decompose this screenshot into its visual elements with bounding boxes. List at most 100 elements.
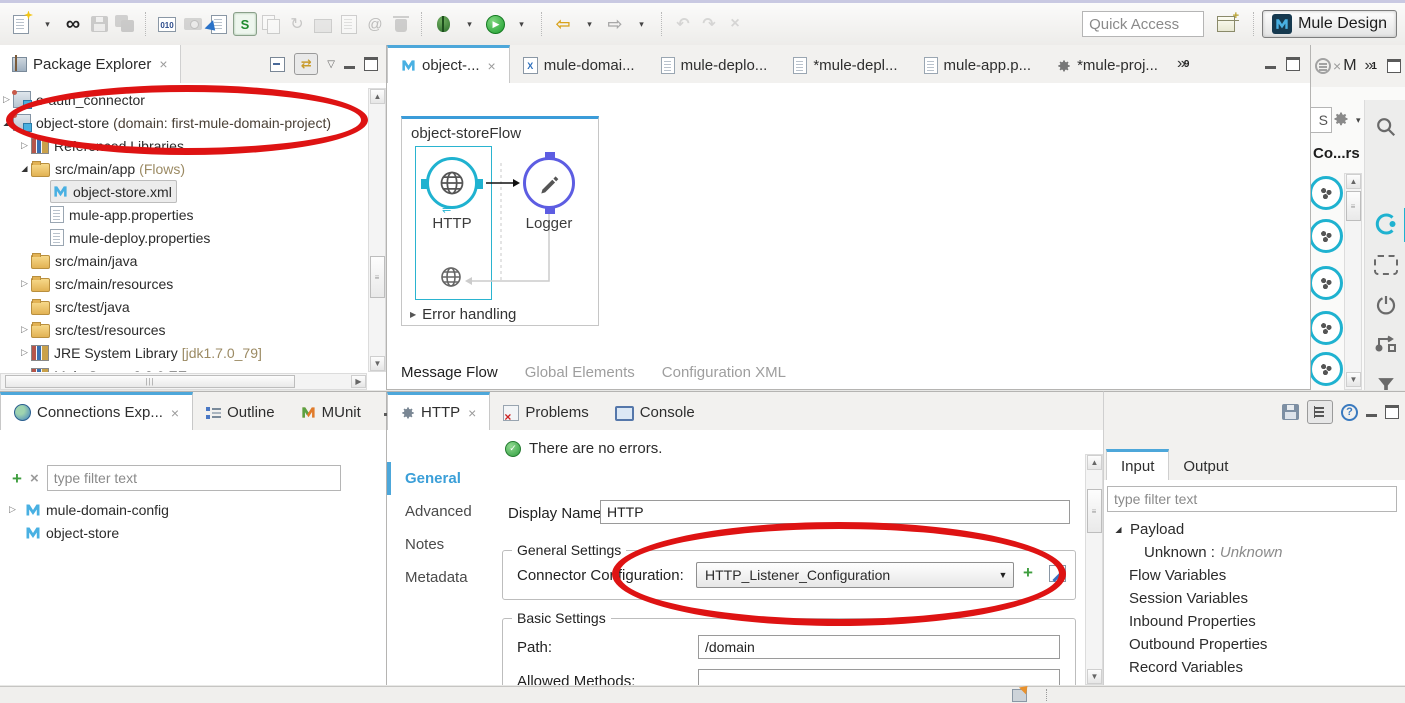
tab-configuration-xml[interactable]: Configuration XML [662,364,786,381]
tab-connections-explorer[interactable]: Connections Exp... × [0,392,193,430]
back-button[interactable]: ⇦ [551,11,575,37]
close-icon[interactable]: × [159,56,167,72]
scroll-up-icon[interactable]: ▲ [1087,455,1102,470]
tab-object-store[interactable]: object-... × [387,45,510,83]
close-icon[interactable]: × [488,58,496,74]
category-filters-icon[interactable] [1374,373,1398,390]
scroll-down-icon[interactable]: ▼ [1087,669,1102,684]
tab-console[interactable]: Console [602,392,708,430]
redo-button[interactable]: ↷ [697,11,721,37]
flow-container[interactable]: object-storeFlow ⇌ HTTP Logger [401,116,599,326]
edit-configuration-icon[interactable] [1049,565,1066,582]
connector-configuration-dropdown[interactable]: HTTP_Listener_Configuration ▼ [696,562,1014,588]
cloudhub-button[interactable]: S [233,11,257,37]
close-icon[interactable]: × [1333,58,1341,74]
connectors-drawer-label[interactable]: Co...rs [1313,145,1360,162]
search-icon[interactable] [1374,115,1398,139]
debug-button[interactable] [431,11,455,37]
maximize-icon[interactable] [1387,59,1401,73]
nav-item-general[interactable]: General [387,462,493,495]
tree-item-outbound-properties[interactable]: Outbound Properties [1104,633,1405,656]
quick-access-input[interactable] [1082,11,1204,37]
close-icon[interactable]: × [171,405,179,421]
tree-item-object-store-config[interactable]: object-store [0,521,386,544]
debug-dropdown[interactable]: ▾ [457,11,481,37]
tree-item-src-main-java[interactable]: src/main/java [0,249,367,272]
scroll-down-icon[interactable]: ▼ [370,356,385,371]
help-icon[interactable]: ? [1341,404,1358,421]
expand-arrow-icon[interactable]: ▷ [18,347,31,358]
terminate-button[interactable]: × [723,11,747,37]
collapse-arrow-icon[interactable]: ◢ [18,164,31,173]
open-perspective-button[interactable] [1214,11,1238,37]
gear-icon[interactable] [1333,111,1349,130]
mule-design-perspective-button[interactable]: Mule Design [1262,10,1397,38]
close-icon[interactable]: × [468,405,476,421]
tree-item-object-store-xml[interactable]: object-store.xml [0,180,367,203]
horizontal-scrollbar[interactable]: ||| ▶ [0,373,367,390]
minimize-icon[interactable] [1265,66,1276,69]
package-explorer-tab[interactable]: Package Explorer × [0,45,181,83]
path-input[interactable] [698,635,1060,659]
snapshot-button[interactable] [181,11,205,37]
new-wizard-button[interactable] [9,11,33,37]
save-icon[interactable] [1282,404,1299,420]
tree-item-src-test-resources[interactable]: ▷ src/test/resources [0,318,367,341]
save-all-button[interactable] [113,11,137,37]
category-connectors-icon[interactable] [1374,212,1398,236]
tree-item-flow-variables[interactable]: Flow Variables [1104,564,1405,587]
logger-node[interactable] [523,157,575,209]
tab-mule-app-properties[interactable]: mule-app.p... [911,45,1045,83]
tree-view-toggle[interactable] [1307,400,1333,424]
expand-arrow-icon[interactable]: ▷ [18,324,31,335]
delete-button[interactable] [389,11,413,37]
binary-view-button[interactable]: 010 [155,11,179,37]
scroll-up-icon[interactable]: ▲ [370,89,385,104]
nav-item-notes[interactable]: Notes [387,528,493,561]
category-scopes-icon[interactable] [1374,253,1398,277]
tree-item-record-variables[interactable]: Record Variables [1104,656,1405,679]
link-with-editor-icon[interactable]: ⇄ [294,53,318,75]
tree-item-object-store-project[interactable]: ◢ object-store (domain: first-mule-domai… [0,111,367,134]
palette-item-icon[interactable] [1310,311,1343,345]
properties-file-button[interactable] [337,11,361,37]
tree-item-payload[interactable]: ◢ Payload [1104,518,1405,541]
copy-button[interactable] [259,11,283,37]
palette-tab-label[interactable]: M [1343,57,1356,75]
collapse-all-icon[interactable] [270,57,285,72]
expand-arrow-icon[interactable]: ▷ [18,140,31,151]
category-flow-control-icon[interactable] [1374,331,1398,355]
tree-item-mule-server[interactable]: ▷ Mule Server 3.8.0 EE [0,364,367,372]
error-handling-section[interactable]: ▶ Error handling [410,306,516,323]
tab-mule-project-dirty[interactable]: *mule-proj... [1044,45,1171,83]
remove-connection-icon[interactable]: × [30,470,39,487]
scroll-up-icon[interactable]: ▲ [1346,174,1361,189]
tab-output[interactable]: Output [1169,449,1242,480]
view-menu-icon[interactable]: ▽ [327,59,335,70]
tree-item-src-test-java[interactable]: src/test/java [0,295,367,318]
new-wizard-dropdown[interactable]: ▾ [35,11,59,37]
expand-arrow-icon[interactable]: ▷ [6,504,19,515]
run-dropdown[interactable]: ▾ [509,11,533,37]
add-configuration-icon[interactable] [1023,564,1033,581]
vertical-scrollbar[interactable]: ▲ ≡ ▼ [368,88,386,372]
dropdown-caret-icon[interactable]: ▾ [1356,115,1361,126]
tree-item-payload-type[interactable]: Unknown : Unknown [1104,541,1405,564]
palette-item-icon[interactable] [1310,176,1343,210]
nav-item-metadata[interactable]: Metadata [387,561,493,594]
tab-global-elements[interactable]: Global Elements [525,364,635,381]
view-overflow-button[interactable]: » 1 [1365,57,1377,75]
minimize-icon[interactable] [344,66,355,69]
package-button[interactable] [311,11,335,37]
annotation-button[interactable]: @ [363,11,387,37]
sync-button[interactable]: ↻ [285,11,309,37]
tree-item-mule-deploy-properties[interactable]: mule-deploy.properties [0,226,367,249]
forward-dropdown[interactable]: ▾ [629,11,653,37]
flow-canvas[interactable]: object-storeFlow ⇌ HTTP Logger [387,83,1310,356]
category-components-icon[interactable] [1374,293,1398,317]
tree-item-inbound-properties[interactable]: Inbound Properties [1104,610,1405,633]
scroll-right-icon[interactable]: ▶ [351,375,366,388]
import-button[interactable] [207,11,231,37]
tab-http-properties[interactable]: HTTP × [387,392,490,430]
maximize-icon[interactable] [364,57,378,71]
